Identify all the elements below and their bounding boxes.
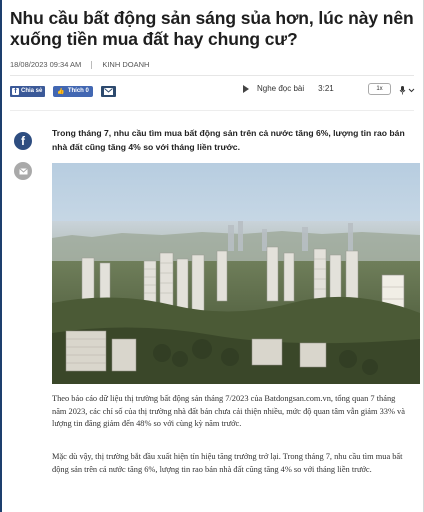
facebook-share-label: Chia sẻ (21, 88, 43, 94)
facebook-like-button[interactable]: 👍 Thích 0 (53, 85, 93, 97)
article-datetime: 18/08/2023 09:34 AM (10, 60, 82, 69)
divider (10, 110, 414, 111)
share-bar: f Chia sẻ 👍 Thích 0 (10, 84, 414, 98)
article-lead: Trong tháng 7, nhu cầu tìm mua bất động … (52, 128, 405, 152)
article-photo-city-skyline (52, 163, 420, 384)
article-paragraph: Mặc dù vậy, thị trường bắt đầu xuất hiện… (52, 452, 403, 474)
facebook-icon: f (12, 87, 19, 95)
facebook-icon: f (21, 134, 25, 148)
voice-select-icon[interactable] (398, 85, 416, 95)
thumbs-up-icon: 👍 (57, 88, 65, 95)
article-category[interactable]: KINH DOANH (102, 60, 149, 69)
audio-label: Nghe đọc bài (257, 84, 305, 93)
mail-icon (103, 87, 113, 95)
divider (10, 75, 414, 76)
meta-divider (91, 60, 93, 69)
audio-player: Nghe đọc bài 3:21 (243, 84, 334, 93)
email-side-button[interactable] (14, 162, 32, 180)
audio-duration: 3:21 (318, 84, 334, 93)
facebook-share-button[interactable]: f Chia sẻ (10, 85, 46, 97)
play-icon[interactable] (243, 84, 249, 93)
article-meta: 18/08/2023 09:34 AM KINH DOANH (10, 60, 149, 69)
facebook-like-label: Thích 0 (67, 88, 89, 94)
article-title: Nhu cầu bất động sản sáng sủa hơn, lúc n… (10, 8, 414, 49)
facebook-side-button[interactable]: f (14, 132, 32, 150)
email-share-button[interactable] (100, 85, 116, 97)
playback-speed-select[interactable]: 1x (368, 83, 391, 95)
article-paragraph: Theo báo cáo dữ liệu thị trường bất động… (52, 394, 405, 428)
mail-icon (18, 167, 28, 174)
